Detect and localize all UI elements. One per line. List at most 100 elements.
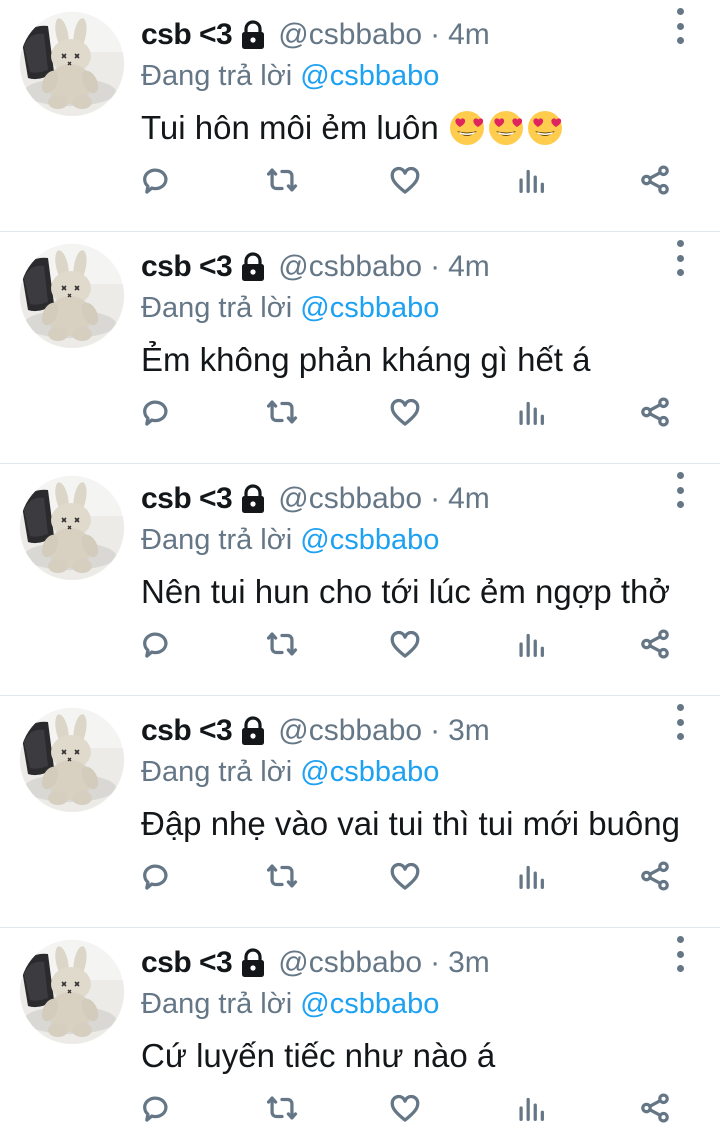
tweet-actions — [0, 1088, 720, 1128]
reply-icon — [143, 400, 168, 426]
avatar[interactable] — [20, 940, 124, 1044]
retweet-button[interactable] — [262, 856, 302, 896]
more-dot — [676, 37, 684, 44]
heart-icon — [390, 166, 420, 194]
mention-link[interactable]: @csbbabo — [300, 524, 439, 556]
user-handle[interactable]: @csbbabo — [278, 250, 422, 284]
replying-to: Đang trả lời @csbbabo — [141, 752, 720, 792]
more-dot — [676, 965, 684, 972]
analytics-button[interactable] — [511, 1088, 551, 1128]
lock-icon — [240, 716, 266, 746]
separator-dot: · — [430, 250, 441, 283]
share-button[interactable] — [635, 392, 675, 432]
timestamp[interactable]: 3m — [448, 946, 490, 980]
share-button[interactable] — [635, 624, 675, 664]
tweet-header: csb <3 @csbbabo · 3m — [141, 942, 720, 984]
timestamp[interactable]: 4m — [448, 482, 490, 516]
display-name[interactable]: csb <3 — [141, 18, 233, 52]
more-options-button[interactable] — [668, 936, 692, 972]
replying-to: Đang trả lời @csbbabo — [141, 520, 720, 560]
tweet[interactable]: csb <3 @csbbabo · 4m Đang trả lời @csbba… — [0, 464, 720, 696]
reply-button[interactable] — [136, 856, 176, 896]
reply-icon — [143, 1096, 168, 1122]
tweet-text: Cứ luyến tiếc như nào á — [141, 1034, 720, 1078]
timestamp[interactable]: 4m — [448, 250, 490, 284]
avatar[interactable] — [20, 244, 124, 348]
heart-icon — [390, 630, 420, 658]
mention-link[interactable]: @csbbabo — [300, 988, 439, 1020]
display-name[interactable]: csb <3 — [141, 250, 233, 284]
mention-link[interactable]: @csbbabo — [300, 756, 439, 788]
share-icon — [641, 165, 669, 195]
share-button[interactable] — [635, 160, 675, 200]
heart-eyes-emoji — [527, 110, 563, 146]
share-button[interactable] — [635, 856, 675, 896]
lock-icon — [240, 948, 266, 978]
avatar[interactable] — [20, 12, 124, 116]
tweet-text-body: Tui hôn môi ẻm luôn — [141, 109, 439, 146]
retweet-button[interactable] — [262, 160, 302, 200]
tweet-text-body: Đập nhẹ vào vai tui thì tui mới buông — [141, 805, 680, 842]
analytics-icon — [519, 865, 544, 889]
analytics-button[interactable] — [511, 624, 551, 664]
reply-button[interactable] — [136, 160, 176, 200]
share-button[interactable] — [635, 1088, 675, 1128]
reply-button[interactable] — [136, 624, 176, 664]
tweet[interactable]: csb <3 @csbbabo · 4m Đang trả lời @csbba… — [0, 0, 720, 232]
user-handle[interactable]: @csbbabo — [278, 482, 422, 516]
like-button[interactable] — [385, 1088, 425, 1128]
retweet-button[interactable] — [262, 624, 302, 664]
more-options-button[interactable] — [668, 240, 692, 276]
replying-to-label: Đang trả lời — [141, 292, 293, 324]
display-name[interactable]: csb <3 — [141, 482, 233, 516]
avatar[interactable] — [20, 708, 124, 812]
more-options-button[interactable] — [668, 472, 692, 508]
timestamp[interactable]: 4m — [448, 18, 490, 52]
mention-link[interactable]: @csbbabo — [300, 292, 439, 324]
more-vertical-icon — [676, 8, 684, 15]
share-icon — [641, 1093, 669, 1123]
display-name[interactable]: csb <3 — [141, 946, 233, 980]
tweet[interactable]: csb <3 @csbbabo · 3m Đang trả lời @csbba… — [0, 928, 720, 1145]
tweet[interactable]: csb <3 @csbbabo · 3m Đang trả lời @csbba… — [0, 696, 720, 928]
replying-to: Đang trả lời @csbbabo — [141, 288, 720, 328]
analytics-button[interactable] — [511, 392, 551, 432]
lock-icon — [240, 484, 266, 514]
retweet-icon — [266, 168, 298, 192]
heart-eyes-emoji — [488, 110, 524, 146]
user-handle[interactable]: @csbbabo — [278, 18, 422, 52]
more-options-button[interactable] — [668, 8, 692, 44]
reply-button[interactable] — [136, 1088, 176, 1128]
reply-button[interactable] — [136, 392, 176, 432]
avatar-image — [20, 940, 124, 1044]
mention-link[interactable]: @csbbabo — [300, 60, 439, 92]
heart-icon — [390, 398, 420, 426]
display-name[interactable]: csb <3 — [141, 714, 233, 748]
more-options-button[interactable] — [668, 704, 692, 740]
analytics-button[interactable] — [511, 856, 551, 896]
avatar-image — [20, 244, 124, 348]
tweet[interactable]: csb <3 @csbbabo · 4m Đang trả lời @csbba… — [0, 232, 720, 464]
more-dot — [676, 486, 684, 494]
like-button[interactable] — [385, 624, 425, 664]
user-handle[interactable]: @csbbabo — [278, 946, 422, 980]
more-vertical-icon — [676, 704, 684, 711]
user-handle[interactable]: @csbbabo — [278, 714, 422, 748]
more-dot — [676, 254, 684, 262]
like-button[interactable] — [385, 856, 425, 896]
retweet-button[interactable] — [262, 392, 302, 432]
analytics-button[interactable] — [511, 160, 551, 200]
analytics-icon — [519, 169, 544, 193]
tweet-content: csb <3 @csbbabo · 4m Đang trả lời @csbba… — [141, 14, 720, 150]
retweet-button[interactable] — [262, 1088, 302, 1128]
replying-to: Đang trả lời @csbbabo — [141, 56, 720, 96]
reply-icon — [143, 864, 168, 890]
tweet-text-body: Cứ luyến tiếc như nào á — [141, 1037, 496, 1074]
avatar-image — [20, 12, 124, 116]
analytics-icon — [519, 633, 544, 657]
timestamp[interactable]: 3m — [448, 714, 490, 748]
avatar[interactable] — [20, 476, 124, 580]
like-button[interactable] — [385, 392, 425, 432]
like-button[interactable] — [385, 160, 425, 200]
tweet-actions — [0, 856, 720, 896]
